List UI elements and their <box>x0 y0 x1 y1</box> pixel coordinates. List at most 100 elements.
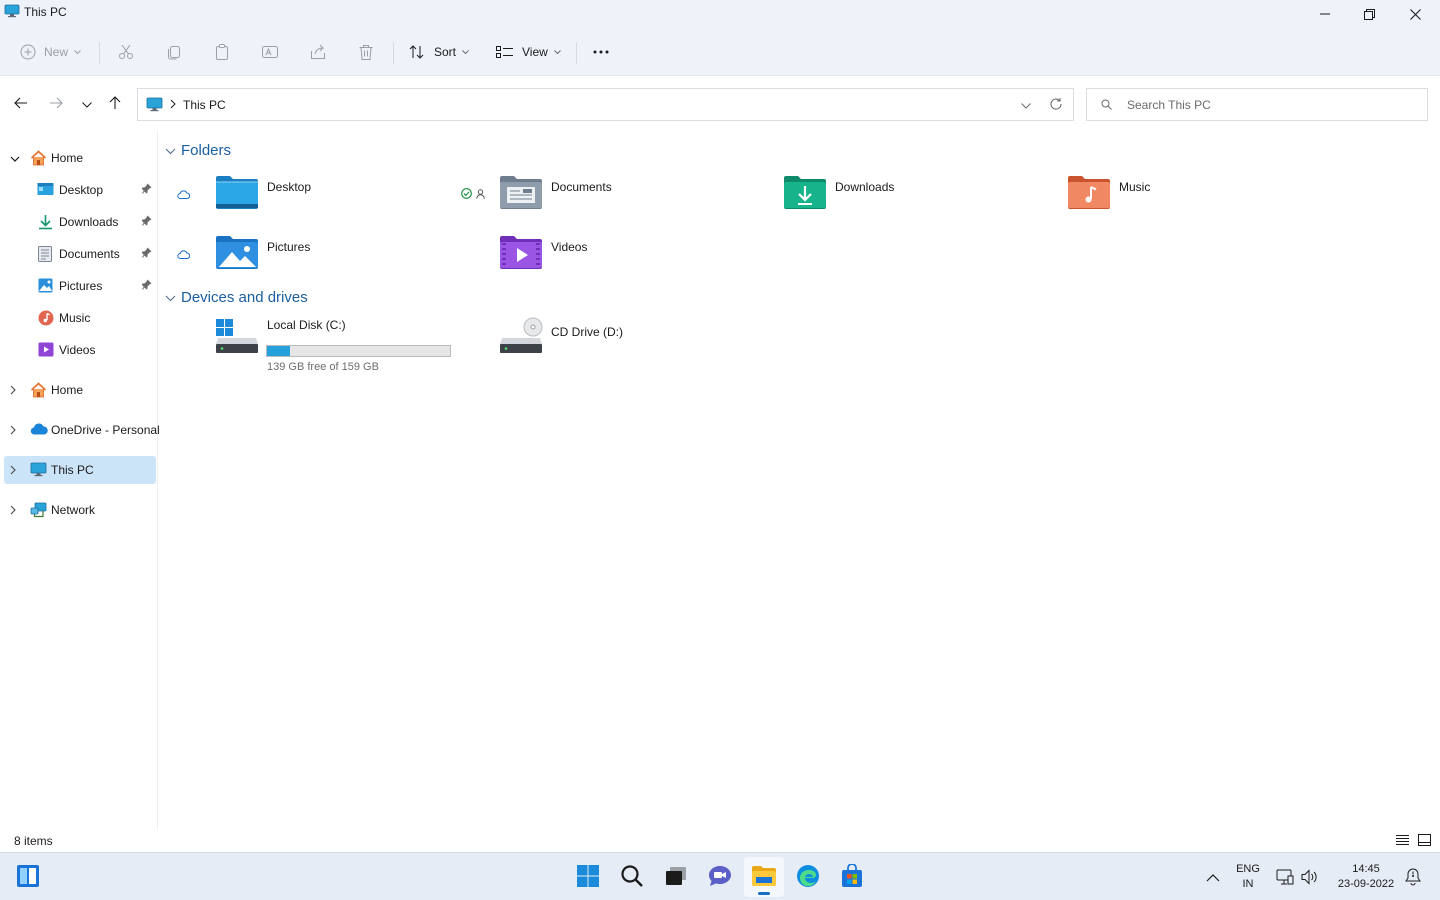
sidebar-item-label: Downloads <box>59 215 119 229</box>
sidebar-item-videos[interactable]: Videos <box>4 336 156 364</box>
folder-name: Downloads <box>835 180 895 194</box>
restore-button[interactable] <box>1346 0 1392 28</box>
sidebar-item-network[interactable]: Network <box>4 496 156 524</box>
home-icon <box>30 382 47 401</box>
command-bar: New Sort View <box>0 28 1440 76</box>
forward-button[interactable] <box>45 93 67 115</box>
region-code: IN <box>1242 878 1254 890</box>
cut-button[interactable] <box>117 38 135 66</box>
start-button[interactable] <box>568 857 608 897</box>
refresh-icon[interactable] <box>1049 97 1063 114</box>
back-button[interactable] <box>10 93 32 115</box>
pin-icon[interactable] <box>141 247 152 261</box>
address-bar[interactable]: This PC <box>137 88 1074 121</box>
edge-button[interactable] <box>788 857 828 897</box>
chevron-down-icon[interactable] <box>165 142 176 159</box>
more-options-button[interactable] <box>592 38 610 66</box>
chevron-down-icon[interactable] <box>165 289 176 306</box>
folder-tile-music[interactable]: Music <box>1013 174 1297 222</box>
chat-button[interactable] <box>700 857 740 897</box>
downloads-folder-icon <box>783 174 827 213</box>
language-indicator[interactable]: ENG IN <box>1234 862 1262 892</box>
folder-tile-videos[interactable]: Videos <box>445 234 729 282</box>
chevron-down-icon[interactable] <box>10 152 20 166</box>
folder-tile-documents[interactable]: Documents <box>445 174 729 222</box>
drives-group-header[interactable]: Devices and drives <box>165 289 308 306</box>
widgets-button[interactable] <box>8 857 48 897</box>
folder-tile-desktop[interactable]: Desktop <box>161 174 445 222</box>
address-dropdown-icon[interactable] <box>1021 98 1031 112</box>
minimize-button[interactable] <box>1302 0 1348 28</box>
drive-usage-bar <box>266 345 451 357</box>
rename-button[interactable] <box>261 38 279 66</box>
details-view-icon[interactable] <box>1396 834 1409 848</box>
drive-tile-d[interactable]: CD Drive (D:) <box>445 317 729 367</box>
item-count: 8 items <box>14 834 53 848</box>
chevron-right-icon[interactable] <box>10 384 17 398</box>
pin-icon[interactable] <box>141 279 152 293</box>
arrow-left-icon <box>14 97 28 112</box>
sidebar-item-music[interactable]: Music <box>4 304 156 332</box>
chevron-right-icon[interactable] <box>170 98 176 112</box>
drive-tile-c[interactable]: Local Disk (C:) 139 GB free of 159 GB <box>161 317 451 373</box>
folders-group-header[interactable]: Folders <box>165 142 231 159</box>
sidebar-item-downloads[interactable]: Downloads <box>4 208 156 236</box>
tiles-view-icon[interactable] <box>1418 834 1431 849</box>
synced-check-icon <box>461 188 472 202</box>
volume-icon[interactable] <box>1300 869 1318 888</box>
music-folder-icon <box>38 310 54 329</box>
close-button[interactable] <box>1392 0 1438 28</box>
music-folder-icon <box>1067 174 1111 213</box>
delete-button[interactable] <box>357 38 375 66</box>
recent-locations-button[interactable] <box>76 93 98 115</box>
pictures-folder-icon <box>215 234 259 273</box>
folder-tile-pictures[interactable]: Pictures <box>161 234 445 282</box>
drive-free-space: 139 GB free of 159 GB <box>267 361 379 373</box>
chevron-right-icon[interactable] <box>10 464 17 478</box>
chat-icon <box>708 865 732 890</box>
share-button[interactable] <box>309 38 327 66</box>
pin-icon[interactable] <box>141 215 152 229</box>
sidebar-item-onedrive[interactable]: OneDrive - Personal <box>4 416 160 444</box>
trash-icon <box>357 43 375 61</box>
chevron-right-icon[interactable] <box>10 504 17 518</box>
sort-button[interactable]: Sort <box>408 38 469 66</box>
folder-tile-downloads[interactable]: Downloads <box>729 174 1013 222</box>
title-bar: This PC <box>0 0 1440 28</box>
chevron-right-icon[interactable] <box>10 424 17 438</box>
network-status-icon[interactable] <box>1276 869 1294 888</box>
task-view-button[interactable] <box>656 857 696 897</box>
arrow-right-icon <box>49 97 63 112</box>
view-button[interactable]: View <box>496 38 561 66</box>
sidebar-item-this-pc[interactable]: This PC <box>4 456 156 484</box>
sidebar-item-pictures[interactable]: Pictures <box>4 272 156 300</box>
up-button[interactable] <box>104 93 126 115</box>
store-button[interactable] <box>832 857 872 897</box>
paste-button[interactable] <box>213 38 231 66</box>
sidebar-item-label: Documents <box>59 247 120 261</box>
documents-folder-icon <box>499 174 543 213</box>
pin-icon[interactable] <box>141 183 152 197</box>
rename-icon <box>261 43 279 61</box>
chevron-up-icon[interactable] <box>1206 871 1220 885</box>
sidebar-item-documents[interactable]: Documents <box>4 240 156 268</box>
sidebar-item-desktop[interactable]: Desktop <box>4 176 156 204</box>
chevron-down-icon <box>82 97 92 111</box>
sidebar-item-home[interactable]: Home <box>4 144 156 172</box>
new-button[interactable]: New <box>20 38 81 66</box>
toolbar-divider <box>393 42 394 64</box>
folder-name: Pictures <box>267 240 311 254</box>
clock[interactable]: 14:45 23-09-2022 <box>1330 862 1402 892</box>
file-explorer-button[interactable] <box>744 857 784 897</box>
search-input[interactable]: Search This PC <box>1086 88 1428 121</box>
sidebar-item-label: This PC <box>51 463 94 477</box>
breadcrumb[interactable]: This PC <box>183 98 226 112</box>
toolbar-divider <box>576 42 577 64</box>
notification-bell-icon[interactable] <box>1405 868 1421 889</box>
search-button[interactable] <box>612 857 652 897</box>
folder-name: Music <box>1119 180 1151 194</box>
sidebar-item-home-2[interactable]: Home <box>4 376 156 404</box>
group-title: Folders <box>181 142 232 159</box>
chevron-down-icon <box>462 49 469 55</box>
copy-button[interactable] <box>165 38 183 66</box>
